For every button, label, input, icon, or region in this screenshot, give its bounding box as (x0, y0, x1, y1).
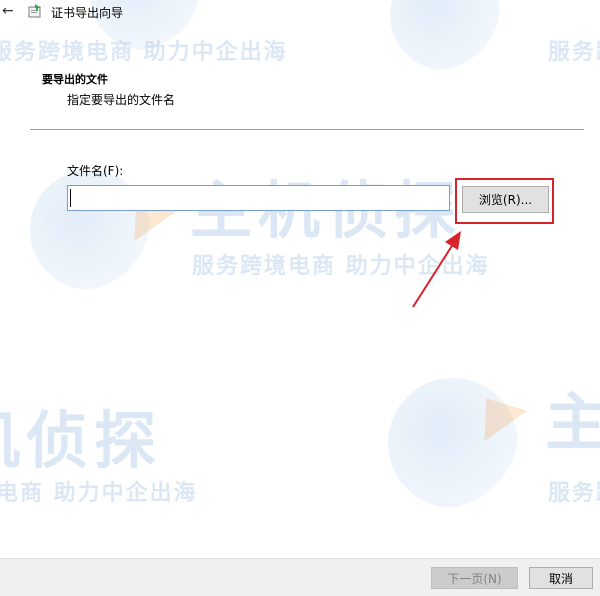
window-title: 证书导出向导 (51, 6, 124, 20)
cancel-button[interactable]: 取消 (529, 567, 593, 589)
title-bar: ← 证书导出向导 (0, 0, 600, 24)
certificate-wizard-icon (28, 4, 41, 18)
page-subheading: 指定要导出的文件名 (67, 93, 176, 107)
watermark-slogan: 服务跨境电商 助力中企出海 (192, 254, 490, 279)
annotation-arrow-icon (412, 231, 461, 308)
watermark-slogan: 服务跨境电商 助力中企出海 (548, 481, 600, 506)
header-divider (30, 129, 584, 130)
watermark-logo-icon (388, 378, 518, 508)
watermark-brand: 主机侦探 (545, 386, 600, 459)
watermark-slogan: 服务跨境电商 助力中企出海 (0, 481, 198, 506)
file-name-input[interactable] (67, 185, 450, 211)
watermark-arrow-icon (464, 383, 528, 441)
next-button[interactable]: 下一页(N) (431, 567, 518, 589)
file-name-label: 文件名(F): (67, 164, 124, 178)
page-heading: 要导出的文件 (42, 73, 108, 86)
text-caret (70, 189, 71, 207)
back-arrow-icon[interactable]: ← (2, 3, 14, 19)
watermark-slogan: 服务跨境电商 助力中企出海 (0, 40, 288, 65)
browse-button[interactable]: 浏览(R)... (462, 186, 549, 213)
watermark: 服务跨境电商 助力中企出海 服务跨境电商 助力中企出海 主机侦探 服务跨境电商 … (0, 0, 600, 595)
watermark-slogan: 服务跨境电商 助力中企出海 (548, 40, 600, 65)
watermark-brand: 主机侦探 (0, 404, 163, 477)
